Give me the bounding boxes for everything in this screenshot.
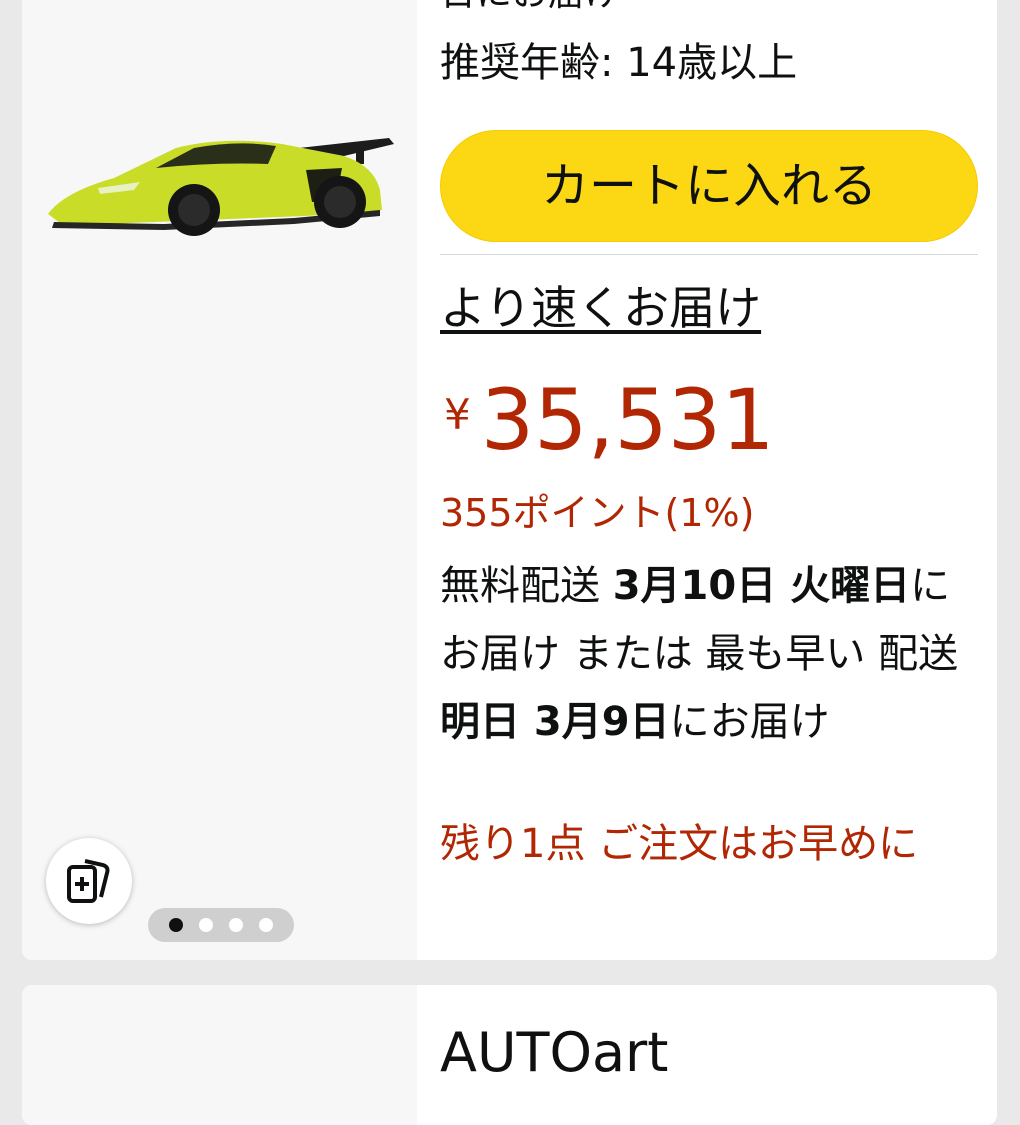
add-to-cart-button[interactable]: カートに入れる [440, 130, 978, 242]
fastest-delivery-suffix: にお届け [669, 699, 830, 745]
points-earned: 355ポイント(1%) [440, 491, 755, 535]
stock-warning: 残り1点 ご注文はお早めに [440, 821, 919, 867]
currency-symbol: ¥ [444, 390, 471, 439]
carousel-dot-4[interactable] [259, 918, 273, 932]
product-card[interactable]: 日にお届け 推奨年齢: 14歳以上 カートに入れる より速くお届け ¥35,53… [22, 0, 997, 960]
price-amount: 35,531 [480, 371, 775, 469]
price: ¥35,531 [444, 370, 775, 470]
recommended-age: 推奨年齢: 14歳以上 [440, 40, 798, 86]
carousel-dot-2[interactable] [199, 918, 213, 932]
free-delivery-label: 無料配送 [440, 563, 600, 609]
delivery-info: 無料配送 3月10日 火曜日にお届け または 最も早い 配送 明日 3月9日にお… [440, 552, 980, 756]
carousel-dot-3[interactable] [229, 918, 243, 932]
faster-delivery-link[interactable]: より速くお届け [440, 278, 761, 338]
free-delivery-date: 3月10日 火曜日 [612, 563, 911, 609]
fastest-delivery-date: 明日 3月9日 [440, 699, 670, 745]
compare-button[interactable] [46, 838, 132, 924]
brand-name: AUTOart [440, 1021, 669, 1084]
image-carousel-indicator[interactable] [148, 908, 294, 942]
product-image-area-next[interactable] [22, 985, 417, 1125]
divider [440, 254, 978, 255]
product-card-next[interactable]: AUTOart [22, 985, 997, 1125]
product-image-area[interactable] [22, 0, 417, 960]
compare-cards-icon [67, 859, 110, 903]
product-image[interactable] [44, 130, 396, 240]
carousel-dot-1[interactable] [169, 918, 183, 932]
truncated-delivery-text: 日にお届け [440, 0, 620, 16]
fastest-delivery-label: または 最も早い 配送 [572, 631, 959, 677]
